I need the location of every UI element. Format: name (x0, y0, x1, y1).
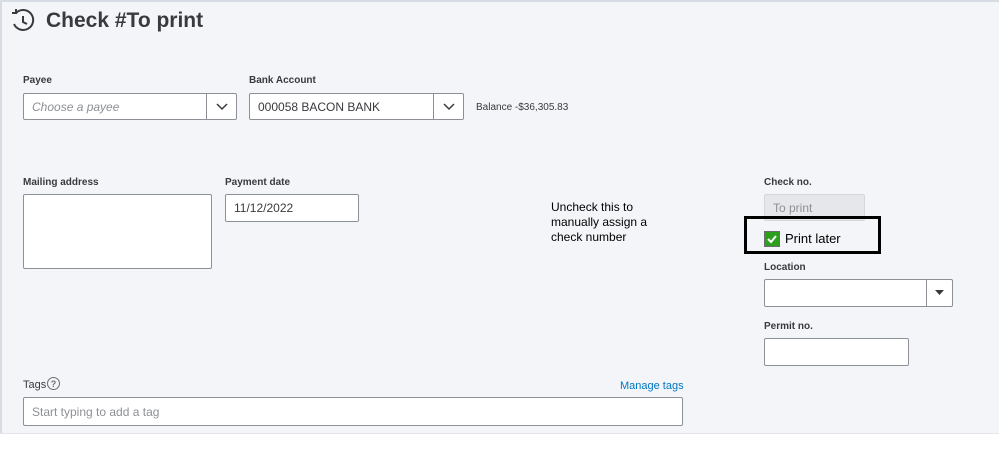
print-later-label[interactable]: Print later (785, 231, 841, 246)
window-left-border (0, 0, 2, 449)
bank-account-dropdown-button[interactable] (433, 94, 463, 119)
payee-dropdown[interactable]: Choose a payee (23, 93, 237, 120)
bank-account-label: Bank Account (249, 75, 316, 86)
chevron-down-icon (215, 102, 228, 110)
chevron-down-icon (442, 102, 455, 110)
mailing-address-label: Mailing address (23, 177, 99, 188)
location-dropdown-button[interactable] (926, 280, 952, 306)
location-label: Location (764, 262, 806, 273)
permit-no-input[interactable] (764, 338, 909, 366)
bank-account-dropdown[interactable]: 000058 BACON BANK (249, 93, 464, 120)
window-top-border (0, 0, 999, 2)
caret-down-icon (935, 290, 944, 295)
check-no-label: Check no. (764, 177, 812, 188)
permit-no-label: Permit no. (764, 321, 813, 332)
annotation-text: Uncheck this to manually assign a check … (551, 200, 648, 244)
tags-placeholder: Start typing to add a tag (32, 404, 160, 419)
page-title: Check #To print (46, 9, 204, 32)
print-later-checkbox[interactable] (764, 231, 780, 247)
payee-dropdown-button[interactable] (206, 94, 236, 119)
checkmark-icon (765, 232, 779, 246)
bank-account-value: 000058 BACON BANK (258, 99, 381, 114)
balance-text: Balance -$36,305.83 (476, 102, 569, 113)
manage-tags-link[interactable]: Manage tags (620, 380, 684, 392)
payee-label: Payee (23, 75, 52, 86)
mailing-address-textarea[interactable] (23, 194, 212, 269)
payee-placeholder: Choose a payee (32, 99, 120, 114)
payment-date-input[interactable]: 11/12/2022 (225, 194, 359, 222)
location-dropdown[interactable] (764, 279, 953, 307)
tags-input[interactable]: Start typing to add a tag (23, 397, 683, 426)
bottom-panel (0, 433, 999, 450)
tags-label: Tags (23, 379, 47, 391)
check-no-value: To print (773, 200, 813, 215)
check-clock-icon (10, 8, 36, 34)
payment-date-label: Payment date (225, 177, 291, 188)
payment-date-value: 11/12/2022 (234, 201, 294, 215)
help-icon[interactable]: ? (47, 377, 60, 390)
